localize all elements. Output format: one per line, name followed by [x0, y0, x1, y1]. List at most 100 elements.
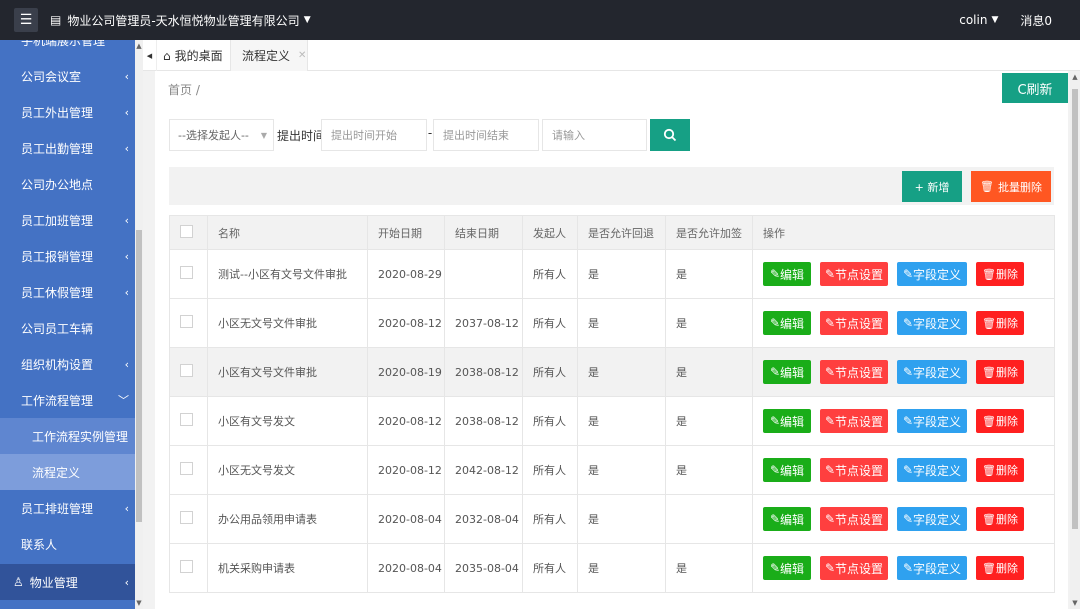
scroll-down-icon[interactable]: ▼: [135, 599, 143, 607]
content-scroll-thumb[interactable]: [1072, 89, 1078, 529]
pencil-icon: ✎: [769, 365, 781, 379]
table-row[interactable]: 机关采购申请表 2020-08-04 2035-08-04 所有人是是 ✎ 编辑 ✎ 节点设置…: [169, 543, 1055, 593]
field-definition-button[interactable]: ✎ 字段定义: [897, 409, 967, 433]
sidebar-item[interactable]: 员工出勤管理 ‹: [0, 130, 143, 166]
breadcrumb[interactable]: 首页 /: [168, 81, 200, 98]
table-row[interactable]: 办公用品领用申请表 2020-08-04 2032-08-04 所有人是 ✎ 编辑 ✎ 节点设…: [169, 494, 1055, 544]
tab-scroll-left-icon[interactable]: ◀: [143, 40, 157, 71]
table-row[interactable]: 小区有文号发文 2020-08-12 2038-08-12 所有人是是 ✎ 编辑 ✎ 节点设置…: [169, 396, 1055, 446]
row-checkbox[interactable]: [180, 413, 193, 426]
edit-button[interactable]: ✎ 编辑: [763, 507, 811, 531]
user-menu[interactable]: colin ▼: [959, 13, 998, 27]
sidebar-item[interactable]: 公司会议室 ‹: [0, 58, 143, 94]
delete-button[interactable]: 🗑 删除: [976, 409, 1024, 433]
select-all-checkbox[interactable]: [180, 224, 193, 238]
sidebar-item[interactable]: 工作流程管理 ﹀: [0, 382, 143, 418]
delete-button[interactable]: 🗑 删除: [976, 458, 1024, 482]
sidebar-scroll-thumb[interactable]: [136, 230, 142, 522]
delete-button[interactable]: 🗑 删除: [976, 507, 1024, 531]
field-definition-button[interactable]: ✎ 字段定义: [897, 311, 967, 335]
delete-button[interactable]: 🗑 删除: [976, 311, 1024, 335]
sidebar-item[interactable]: 员工排班管理 ‹: [0, 490, 143, 526]
node-settings-button[interactable]: ✎ 节点设置: [820, 262, 888, 286]
field-definition-button[interactable]: ✎ 字段定义: [897, 458, 967, 482]
sidebar-item[interactable]: 员工报销管理 ‹: [0, 238, 143, 274]
field-definition-button[interactable]: ✎ 字段定义: [897, 360, 967, 384]
messages-link[interactable]: 消息0: [1020, 12, 1052, 29]
top-bar: ☰ ▤ 物业公司管理员-天水恒悦物业管理有限公司 ▼ colin ▼ 消息0: [0, 0, 1080, 40]
node-settings-label: 节点设置: [835, 414, 884, 429]
refresh-button[interactable]: C刷新: [1002, 73, 1068, 103]
close-icon[interactable]: ✕: [298, 50, 306, 61]
delete-button[interactable]: 🗑 删除: [976, 556, 1024, 580]
sidebar-item[interactable]: 员工加班管理 ‹: [0, 202, 143, 238]
search-button[interactable]: [650, 119, 690, 151]
edit-button[interactable]: ✎ 编辑: [763, 458, 811, 482]
row-checkbox[interactable]: [180, 266, 193, 279]
table-row[interactable]: 测试--小区有文号文件审批 2020-08-29 所有人是是 ✎ 编辑 ✎ 节点设置 ✎ 字段定…: [169, 249, 1055, 299]
edit-button[interactable]: ✎ 编辑: [763, 262, 811, 286]
cell-end-date: 2042-08-12: [444, 445, 523, 495]
sidebar-item[interactable]: 公司员工车辆: [0, 310, 143, 346]
field-definition-button[interactable]: ✎ 字段定义: [897, 556, 967, 580]
pencil-icon: ✎: [824, 463, 836, 477]
sidebar-item[interactable]: 工作流程实例管理: [0, 418, 143, 454]
add-button[interactable]: + 新增: [902, 171, 962, 202]
table-row[interactable]: 小区无文号发文 2020-08-12 2042-08-12 所有人是是 ✎ 编辑 ✎ 节点设置…: [169, 445, 1055, 495]
keyword-input[interactable]: 请输入: [542, 119, 647, 151]
pencil-icon: ✎: [824, 365, 836, 379]
edit-button[interactable]: ✎ 编辑: [763, 409, 811, 433]
org-switcher[interactable]: ▤ 物业公司管理员-天水恒悦物业管理有限公司 ▼: [50, 12, 311, 29]
sidebar-item[interactable]: 组织机构设置 ‹: [0, 346, 143, 382]
trash-icon: 🗑: [982, 414, 996, 428]
scroll-up-icon[interactable]: ▲: [1070, 73, 1080, 81]
sidebar-item[interactable]: 流程定义: [0, 454, 143, 490]
table-row[interactable]: 小区无文号文件审批 2020-08-12 2037-08-12 所有人是是 ✎ 编辑 ✎ 节点…: [169, 298, 1055, 348]
row-checkbox[interactable]: [180, 462, 193, 475]
sidebar-scrollbar[interactable]: ▲ ▼: [135, 40, 143, 609]
node-settings-label: 节点设置: [835, 365, 884, 380]
delete-button[interactable]: 🗑 删除: [976, 360, 1024, 384]
end-time-input[interactable]: 提出时间结束: [433, 119, 539, 151]
pencil-icon: ✎: [902, 414, 914, 428]
node-settings-button[interactable]: ✎ 节点设置: [820, 360, 888, 384]
sidebar-item[interactable]: 员工休假管理 ‹: [0, 274, 143, 310]
field-definition-button[interactable]: ✎ 字段定义: [897, 262, 967, 286]
tab-home[interactable]: ⌂ 我的桌面: [163, 40, 229, 71]
node-settings-button[interactable]: ✎ 节点设置: [820, 556, 888, 580]
batch-delete-button[interactable]: 🗑 批量删除: [971, 171, 1051, 202]
row-checkbox[interactable]: [180, 560, 193, 573]
row-checkbox[interactable]: [180, 511, 193, 524]
content-scrollbar[interactable]: ▲ ▼: [1070, 71, 1080, 609]
sidebar-item[interactable]: ♙ 物业管理 ‹: [0, 564, 143, 600]
sidebar-item[interactable]: 员工外出管理 ‹: [0, 94, 143, 130]
table-row[interactable]: 小区有文号文件审批 2020-08-19 2038-08-12 所有人是是 ✎ 编辑 ✎ 节点…: [169, 347, 1055, 397]
tab-flow-definition[interactable]: 流程定义 ✕: [230, 40, 308, 71]
sidebar-item[interactable]: 联系人: [0, 526, 143, 562]
menu-toggle-icon[interactable]: ☰: [14, 8, 38, 32]
scroll-up-icon[interactable]: ▲: [135, 42, 143, 50]
node-settings-button[interactable]: ✎ 节点设置: [820, 311, 888, 335]
sidebar-item[interactable]: 公司办公地点: [0, 166, 143, 202]
edit-button[interactable]: ✎ 编辑: [763, 556, 811, 580]
scroll-down-icon[interactable]: ▼: [1070, 599, 1080, 607]
node-settings-button[interactable]: ✎ 节点设置: [820, 409, 888, 433]
sidebar-item[interactable]: 手机端展示管理: [0, 40, 143, 58]
row-checkbox[interactable]: [180, 315, 193, 328]
row-checkbox[interactable]: [180, 364, 193, 377]
edit-button[interactable]: ✎ 编辑: [763, 360, 811, 384]
field-definition-button[interactable]: ✎ 字段定义: [897, 507, 967, 531]
node-settings-button[interactable]: ✎ 节点设置: [820, 507, 888, 531]
chevron-left-icon: ‹: [124, 213, 129, 227]
row-select-cell: [169, 347, 208, 397]
node-settings-button[interactable]: ✎ 节点设置: [820, 458, 888, 482]
initiator-select[interactable]: --选择发起人-- ▼: [169, 119, 274, 151]
pencil-icon: ✎: [769, 463, 781, 477]
start-time-input[interactable]: 提出时间开始: [321, 119, 427, 151]
batch-delete-label: 批量删除: [997, 180, 1042, 194]
edit-button[interactable]: ✎ 编辑: [763, 311, 811, 335]
cell-countersign: 是: [665, 543, 753, 593]
node-settings-label: 节点设置: [835, 561, 884, 576]
delete-button[interactable]: 🗑 删除: [976, 262, 1024, 286]
cell-actions: ✎ 编辑 ✎ 节点设置 ✎ 字段定义 🗑 删除: [752, 396, 1055, 446]
